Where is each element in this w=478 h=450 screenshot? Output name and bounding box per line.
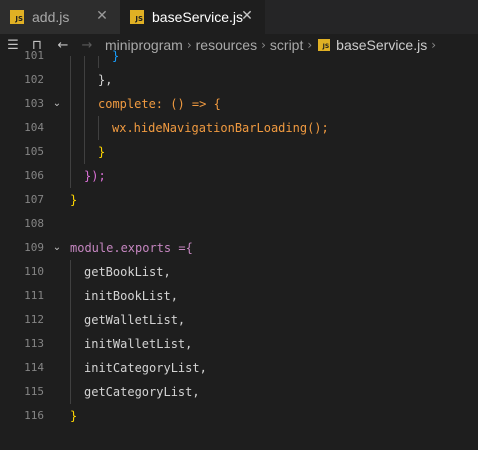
line-number: 108 xyxy=(24,217,44,230)
code-text: complete: () => { xyxy=(98,97,221,111)
tab-add-js[interactable]: JS add.js ✕ xyxy=(0,0,120,34)
code-text: }, xyxy=(98,73,113,87)
code-line: 111 initBookList, xyxy=(0,284,478,308)
code-text: }); xyxy=(84,169,106,183)
code-line: 109 ⌄ module.exports ={ xyxy=(0,236,478,260)
code-text: getWalletList, xyxy=(84,313,186,327)
tab-baseservice-js[interactable]: JS baseService.js ✕ xyxy=(120,0,265,34)
close-icon[interactable]: ✕ xyxy=(239,8,255,24)
chevron-down-icon[interactable]: ⌄ xyxy=(51,92,63,116)
code-text: } xyxy=(98,145,106,159)
code-text: } xyxy=(70,193,78,207)
code-text: } xyxy=(112,49,120,63)
code-editor[interactable]: 101 } 102 }, 103 ⌄ complete: () => { 104… xyxy=(0,49,478,450)
code-line: 106 }); xyxy=(0,164,478,188)
code-line: 105 } xyxy=(0,140,478,164)
line-number: 111 xyxy=(24,289,44,302)
code-text: initCategoryList, xyxy=(84,361,207,375)
line-number: 101 xyxy=(24,49,44,62)
line-number: 105 xyxy=(24,145,44,158)
line-number: 114 xyxy=(24,361,44,374)
line-number: 103 xyxy=(24,97,44,110)
code-line: 116 } xyxy=(0,404,478,428)
line-number: 110 xyxy=(24,265,44,278)
tab-label: baseService.js xyxy=(152,9,244,25)
line-number: 115 xyxy=(24,385,44,398)
code-line: 102 }, xyxy=(0,68,478,92)
code-line: 115 getCategoryList, xyxy=(0,380,478,404)
js-file-icon: JS xyxy=(10,10,24,24)
line-number: 102 xyxy=(24,73,44,86)
code-line: 113 initWalletList, xyxy=(0,332,478,356)
code-line: 104 wx.hideNavigationBarLoading(); xyxy=(0,116,478,140)
code-line: 107 } xyxy=(0,188,478,212)
code-text: initWalletList, xyxy=(84,337,193,351)
code-line: 101 } xyxy=(0,44,478,68)
code-text: module.exports ={ xyxy=(70,241,193,255)
line-number: 116 xyxy=(24,409,44,422)
code-line: 112 getWalletList, xyxy=(0,308,478,332)
code-line: 108 xyxy=(0,212,478,236)
code-text: getBookList, xyxy=(84,265,171,279)
code-line: 103 ⌄ complete: () => { xyxy=(0,92,478,116)
line-number: 113 xyxy=(24,337,44,350)
line-number: 109 xyxy=(24,241,44,254)
code-text: } xyxy=(70,409,78,423)
line-number: 106 xyxy=(24,169,44,182)
code-text: getCategoryList, xyxy=(84,385,200,399)
js-file-icon: JS xyxy=(130,10,144,24)
code-text: wx.hideNavigationBarLoading(); xyxy=(112,121,329,135)
line-number: 107 xyxy=(24,193,44,206)
line-number: 104 xyxy=(24,121,44,134)
line-number: 112 xyxy=(24,313,44,326)
code-line: 114 initCategoryList, xyxy=(0,356,478,380)
tab-bar: JS add.js ✕ JS baseService.js ✕ xyxy=(0,0,478,34)
code-line: 110 getBookList, xyxy=(0,260,478,284)
close-icon[interactable]: ✕ xyxy=(94,8,110,24)
chevron-down-icon[interactable]: ⌄ xyxy=(51,236,63,260)
tab-label: add.js xyxy=(32,9,70,25)
code-text: initBookList, xyxy=(84,289,178,303)
